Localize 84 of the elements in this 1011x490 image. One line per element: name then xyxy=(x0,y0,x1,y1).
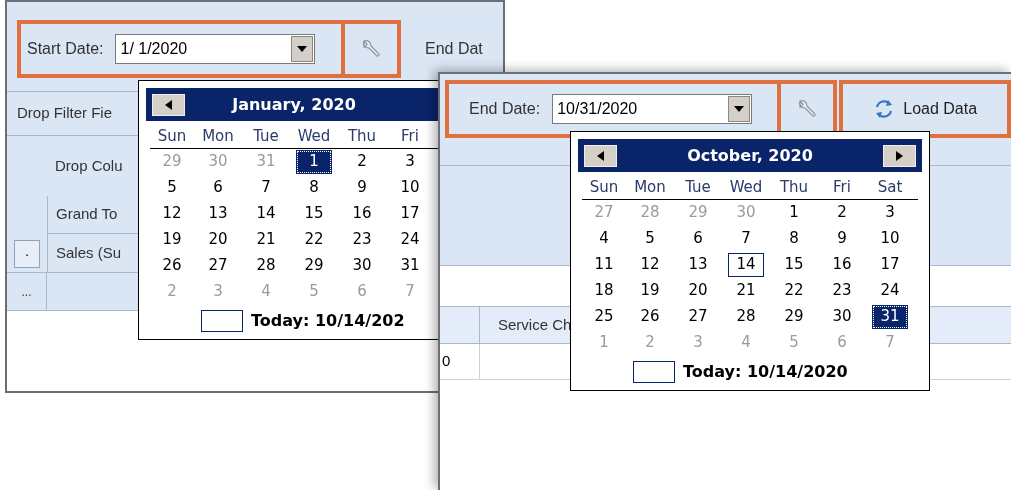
weekday-label: Wed xyxy=(728,177,764,198)
date-field[interactable]: 1/ 1/2020 xyxy=(115,33,316,64)
date-field[interactable]: 10/31/2020 xyxy=(552,94,753,124)
calendar-day[interactable]: 3 xyxy=(872,200,908,225)
next-month-button[interactable] xyxy=(883,144,916,167)
weekday-label: Fri xyxy=(832,177,852,198)
field-label: End Dat xyxy=(425,38,483,59)
calendar-day[interactable]: 16 xyxy=(344,201,380,226)
calendar-day[interactable]: 22 xyxy=(776,278,812,303)
weekday-label: Thu xyxy=(346,126,378,147)
weekday-label: Mon xyxy=(201,126,235,147)
row-button[interactable]: · xyxy=(14,240,40,268)
left-triangle-icon xyxy=(597,150,604,161)
calendar-day[interactable]: 12 xyxy=(632,252,668,277)
calendar-day[interactable]: 3 xyxy=(392,149,428,174)
ellipsis-button[interactable]: ... xyxy=(7,273,47,310)
dropdown-button[interactable] xyxy=(291,35,314,62)
calendar-day[interactable]: 13 xyxy=(680,252,716,277)
calendar-day[interactable]: 26 xyxy=(632,304,668,329)
right-triangle-icon xyxy=(896,150,903,161)
calendar-day[interactable]: 9 xyxy=(824,226,860,251)
drop-zone-label: Drop Colu xyxy=(55,155,123,176)
today-link[interactable]: Today: 10/14/202 xyxy=(251,308,405,333)
caret-icon xyxy=(734,106,745,112)
calendar-day[interactable]: 1 xyxy=(776,200,812,225)
calendar-day[interactable]: 1 xyxy=(296,149,332,174)
weekday-label: Sun xyxy=(156,126,188,147)
calendar-day[interactable]: 6 xyxy=(680,226,716,251)
calendar-day[interactable]: 17 xyxy=(872,252,908,277)
dropdown-button[interactable] xyxy=(728,96,751,122)
calendar-day[interactable]: 13 xyxy=(200,201,236,226)
calendar-day[interactable]: 12 xyxy=(154,201,190,226)
today-marker xyxy=(201,309,243,332)
calendar-day[interactable]: 31 xyxy=(872,304,908,329)
calendar-day[interactable]: 19 xyxy=(632,278,668,303)
field-label: Start Date: xyxy=(27,38,104,59)
calendar-day[interactable]: 14 xyxy=(728,252,764,277)
wrench-icon xyxy=(796,98,819,120)
calendar-day[interactable]: 28 xyxy=(728,304,764,329)
calendar-day[interactable]: 2 xyxy=(344,149,380,174)
month-title: October, 2020 xyxy=(687,144,813,167)
field-label: End Date: xyxy=(469,99,541,119)
calendar-day[interactable]: 10 xyxy=(872,226,908,251)
calendar-day[interactable]: 17 xyxy=(392,201,428,226)
date-value: 1/ 1/2020 xyxy=(120,38,189,59)
left-triangle-icon xyxy=(165,99,172,110)
weekday-label: Thu xyxy=(778,177,810,198)
column-header: Service Ch xyxy=(497,314,572,335)
calendar-day[interactable]: 4 xyxy=(586,226,622,251)
calendar-day[interactable]: 21 xyxy=(728,278,764,303)
calendar-day[interactable]: 30 xyxy=(824,304,860,329)
calendar-day[interactable]: 15 xyxy=(776,252,812,277)
weekday-label: Mon xyxy=(633,177,667,198)
wrench-icon xyxy=(360,37,382,60)
weekday-label: Tue xyxy=(252,126,280,147)
date-value: 10/31/2020 xyxy=(557,99,639,119)
weekday-label: Tue xyxy=(684,177,712,198)
caret-icon xyxy=(297,45,308,52)
calendar-day[interactable]: 11 xyxy=(586,252,622,277)
calendar-day[interactable]: 23 xyxy=(824,278,860,303)
calendar-day[interactable]: 16 xyxy=(824,252,860,277)
calendar-day[interactable]: 7 xyxy=(728,226,764,251)
calendar-day[interactable]: 29 xyxy=(776,304,812,329)
weekday-label: Sat xyxy=(876,177,904,198)
previous-month-button[interactable] xyxy=(152,93,185,116)
today-link[interactable]: Today: 10/14/2020 xyxy=(683,359,848,384)
month-title: January, 2020 xyxy=(232,93,356,116)
calendar-day[interactable]: 24 xyxy=(872,278,908,303)
weekday-label: Wed xyxy=(296,126,332,147)
grid-cell: 0 xyxy=(440,344,480,379)
previous-month-button[interactable] xyxy=(584,144,617,167)
calendar-day[interactable]: 14 xyxy=(248,201,284,226)
drop-zone-label: Drop Filter Fie xyxy=(17,103,113,124)
calendar-day[interactable]: 25 xyxy=(586,304,622,329)
calendar-day[interactable]: 8 xyxy=(776,226,812,251)
calendar-day[interactable]: 5 xyxy=(632,226,668,251)
calendar-day[interactable]: 20 xyxy=(680,278,716,303)
weekday-label: Fri xyxy=(400,126,420,147)
calendar-day[interactable]: 18 xyxy=(586,278,622,303)
calendar-day[interactable]: 27 xyxy=(680,304,716,329)
weekday-label: Sun xyxy=(588,177,620,198)
today-marker xyxy=(633,360,675,383)
calendar-day[interactable]: 15 xyxy=(296,201,332,226)
calendar-day[interactable]: 2 xyxy=(824,200,860,225)
